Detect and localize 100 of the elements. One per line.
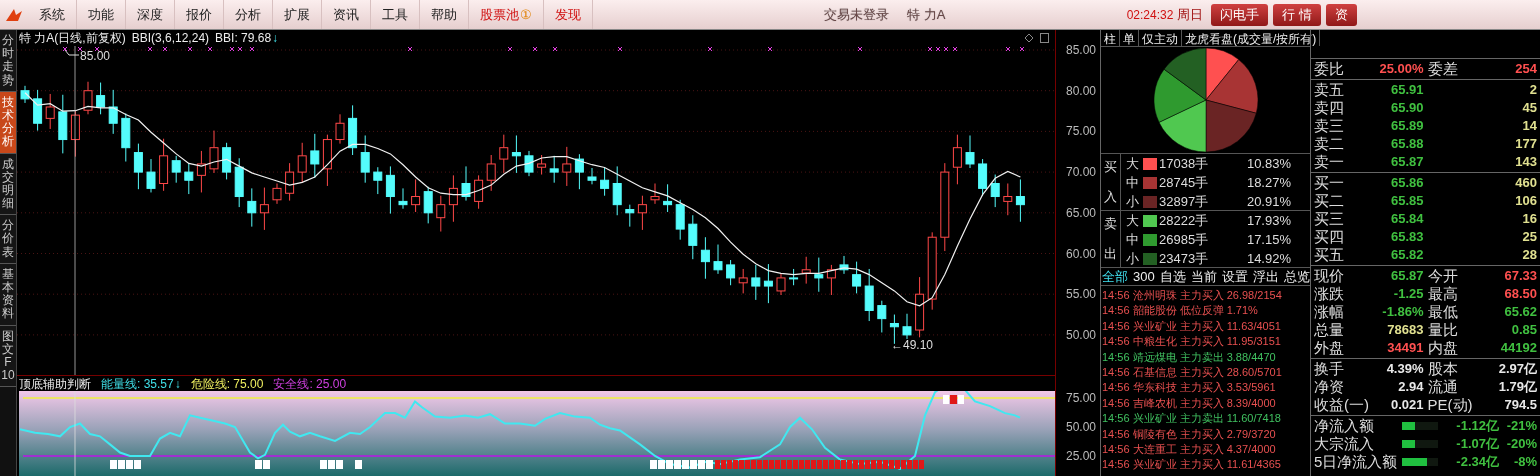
axis-label: 55.00 xyxy=(1065,287,1096,302)
filter-tab[interactable]: 全部 xyxy=(1102,266,1128,287)
field-value: 2.94 xyxy=(1397,378,1424,396)
panel-tab[interactable]: 柱 xyxy=(1101,30,1120,46)
candle xyxy=(537,154,547,176)
alert-item[interactable]: 14:56 吉峰农机 主力买入 8.39/4000 xyxy=(1101,395,1310,412)
filter-tab[interactable]: 总览 xyxy=(1283,266,1310,287)
alert-item[interactable]: 14:56 靖远煤电 主力卖出 3.88/4470 xyxy=(1101,349,1310,365)
field-value: 65.84 xyxy=(1389,210,1424,228)
field-label: 今开 xyxy=(1427,267,1459,285)
candle xyxy=(952,134,962,185)
side-tab[interactable]: 分价表 xyxy=(0,215,16,264)
axis-label: 50.00 xyxy=(1065,420,1096,434)
field-value: 794.5 xyxy=(1503,396,1537,414)
side-tab[interactable]: 分时走势 xyxy=(0,30,16,92)
field-value: 4.39% xyxy=(1385,360,1424,378)
menu-item[interactable]: 股票池① xyxy=(469,0,544,29)
field-value: -8% xyxy=(1512,453,1537,471)
side-tab[interactable]: 图文F10 xyxy=(0,325,16,388)
candle xyxy=(259,187,269,231)
axis-label: 50.00 xyxy=(1065,327,1096,342)
candle xyxy=(650,183,660,205)
count-label: ① xyxy=(520,5,532,24)
candle xyxy=(663,183,673,213)
candle xyxy=(587,167,597,185)
menu-item[interactable]: 帮助 xyxy=(420,0,469,29)
panel-tab[interactable]: 单 xyxy=(1120,30,1139,46)
field-label: 流通 xyxy=(1427,378,1459,396)
field-value: -21% xyxy=(1505,417,1537,435)
filter-tab[interactable]: 自选 xyxy=(1159,266,1186,287)
field-value: 65.87 xyxy=(1389,153,1424,171)
alert-item[interactable]: 14:56 韶能股份 低位反弹 1.71% xyxy=(1101,303,1310,319)
field-value: -20% xyxy=(1505,435,1537,453)
indicator-name: BBI(3,6,12,24) xyxy=(131,30,210,47)
field-value: 25 xyxy=(1521,228,1537,246)
field-label: 净流入额 xyxy=(1314,417,1375,435)
alert-item[interactable]: 14:56 华东科技 主力买入 3.53/5961 xyxy=(1101,380,1310,396)
candle xyxy=(852,261,862,294)
size-label: 中 xyxy=(1124,230,1140,249)
menu-item[interactable]: 系统 xyxy=(28,0,77,29)
menu-item[interactable]: 分析 xyxy=(224,0,273,29)
alert-item[interactable]: 14:56 沧州明珠 主力买入 26.98/2154 xyxy=(1101,288,1310,304)
candle xyxy=(373,166,383,195)
size-label: 大 xyxy=(1124,154,1140,173)
square-icon xyxy=(1040,33,1049,43)
filter-tab[interactable]: 300 xyxy=(1133,266,1155,287)
trend-arrow: ↓ xyxy=(174,375,181,393)
field-value: 44192 xyxy=(1499,339,1537,357)
toolbar-button[interactable]: 资 xyxy=(1326,3,1357,26)
menu-item[interactable]: 功能 xyxy=(77,0,126,29)
filter-tab[interactable]: 当前 xyxy=(1190,266,1217,287)
field-value: 65.90 xyxy=(1389,99,1424,117)
panel-tab[interactable]: 龙虎看盘(成交量/按所有) xyxy=(1182,30,1321,46)
toolbar-button[interactable]: 行 情 xyxy=(1273,3,1321,26)
axis-label: 65.00 xyxy=(1065,205,1096,220)
field-label: 买一 xyxy=(1314,174,1345,192)
field-label: 涨幅 xyxy=(1314,303,1345,321)
field-label: 5日净流入额 xyxy=(1314,453,1399,471)
candle xyxy=(335,113,345,145)
alert-item[interactable]: 14:56 兴业矿业 主力卖出 11.60/7418 xyxy=(1101,411,1310,427)
alert-item[interactable]: 14:56 兴业矿业 主力买入 11.63/4051 xyxy=(1101,318,1310,335)
field-value: 78683 xyxy=(1386,321,1424,339)
filter-tab[interactable]: 设置 xyxy=(1221,266,1248,287)
candle xyxy=(814,257,824,293)
field-value: 45 xyxy=(1521,99,1537,117)
panel-tab[interactable]: 仅主动 xyxy=(1139,30,1182,46)
candle xyxy=(965,134,975,169)
field-label: 卖一 xyxy=(1314,153,1345,171)
field-value: 0.85 xyxy=(1510,321,1537,339)
alert-item[interactable]: 14:56 铜陵有色 主力买入 2.79/3720 xyxy=(1101,426,1310,442)
field-value: 0.021 xyxy=(1389,396,1424,414)
field-value: -1.07亿 xyxy=(1455,435,1499,453)
candle xyxy=(285,162,295,202)
field-value: 2.97亿 xyxy=(1497,360,1537,378)
menu-item[interactable]: 资讯 xyxy=(322,0,371,29)
filter-tab[interactable]: 浮出 xyxy=(1252,266,1279,287)
side-tab[interactable]: 技术分析 xyxy=(0,91,16,154)
alert-item[interactable]: 14:56 中粮生化 主力买入 11.95/3151 xyxy=(1101,334,1310,350)
field-label: 外盘 xyxy=(1314,339,1345,357)
login-status: 交易未登录 xyxy=(824,5,890,24)
side-tab[interactable]: 基本资料 xyxy=(0,263,16,326)
side-tab[interactable]: 成交明细 xyxy=(0,153,16,216)
candle xyxy=(726,259,736,286)
toolbar-button[interactable]: 闪电手 xyxy=(1211,3,1269,26)
candle xyxy=(272,183,282,205)
axis-label: 60.00 xyxy=(1065,246,1096,261)
alert-item[interactable]: 14:56 兴业矿业 主力买入 11.61/4365 xyxy=(1101,457,1310,473)
candle xyxy=(549,155,559,184)
menu-item[interactable]: 发现 xyxy=(544,0,593,29)
alert-item[interactable]: 14:56 大连重工 主力买入 4.37/4000 xyxy=(1101,441,1310,458)
candle xyxy=(108,89,118,135)
candle xyxy=(58,94,68,154)
menu-item[interactable]: 深度 xyxy=(126,0,175,29)
percent-value: 10.83% xyxy=(1245,154,1291,173)
field-label: 买四 xyxy=(1314,228,1345,246)
menu-item[interactable]: 报价 xyxy=(175,0,224,29)
alert-item[interactable]: 14:56 石基信息 主力买入 28.60/5701 xyxy=(1101,364,1310,381)
menu-item[interactable]: 工具 xyxy=(371,0,420,29)
size-label: 小 xyxy=(1124,192,1140,211)
menu-item[interactable]: 扩展 xyxy=(273,0,322,29)
